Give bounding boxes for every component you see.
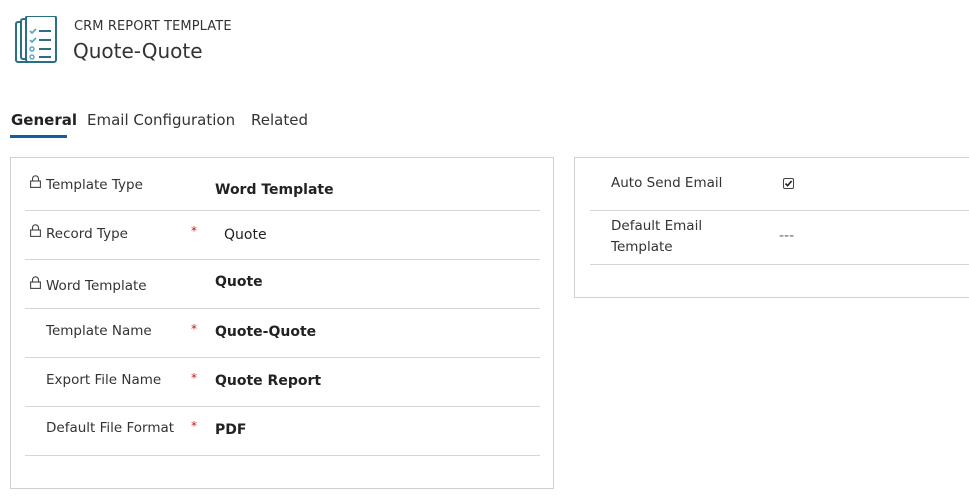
record-type-value[interactable]: Quote (224, 227, 267, 243)
email-section: Auto Send Email Default Email Template -… (574, 157, 969, 298)
required-marker: * (191, 322, 197, 336)
export-file-name-value[interactable]: Quote Report (215, 373, 321, 389)
field-label: Default File Format (46, 420, 175, 436)
field-label: Template Type (46, 177, 143, 193)
word-template-value[interactable]: Quote (215, 274, 263, 290)
lock-icon (30, 224, 41, 237)
template-type-value[interactable]: Word Template (215, 182, 334, 198)
required-marker: * (191, 224, 197, 238)
field-row-template-name: Template Name * Quote-Quote (25, 309, 540, 358)
tab-related[interactable]: Related (251, 111, 308, 129)
active-tab-indicator (10, 135, 67, 138)
tab-email-configuration[interactable]: Email Configuration (87, 111, 235, 129)
field-label: Export File Name (46, 372, 162, 388)
default-email-template-value[interactable]: --- (779, 228, 794, 244)
lock-icon (30, 276, 41, 289)
field-row-record-type: Record Type * Quote (25, 211, 540, 260)
template-name-value[interactable]: Quote-Quote (215, 324, 316, 340)
record-title: Quote-Quote (73, 39, 203, 63)
auto-send-email-checkbox[interactable] (783, 178, 794, 189)
field-row-default-file-format: Default File Format * PDF (25, 407, 540, 456)
field-row-export-file-name: Export File Name * Quote Report (25, 358, 540, 407)
default-file-format-value[interactable]: PDF (215, 422, 246, 438)
lock-icon (30, 175, 41, 188)
field-label: Record Type (46, 226, 128, 242)
general-section: Template Type Word Template Record Type … (10, 157, 554, 489)
field-label-line2: Template (611, 239, 673, 255)
required-marker: * (191, 371, 197, 385)
required-marker: * (191, 419, 197, 433)
field-row-word-template: Word Template Quote (25, 260, 540, 309)
field-label-line1: Default Email (611, 218, 703, 234)
field-row-default-email-template: Default Email Template --- (590, 211, 969, 265)
report-template-icon (15, 16, 57, 63)
field-row-template-type: Template Type Word Template (25, 162, 540, 211)
tab-general[interactable]: General (11, 111, 77, 129)
field-label: Word Template (46, 278, 147, 294)
field-label: Template Name (46, 323, 152, 339)
field-label: Auto Send Email (611, 175, 723, 191)
field-row-auto-send-email: Auto Send Email (590, 162, 969, 211)
entity-type-label: CRM REPORT TEMPLATE (74, 19, 232, 34)
checkmark-icon (784, 180, 793, 187)
